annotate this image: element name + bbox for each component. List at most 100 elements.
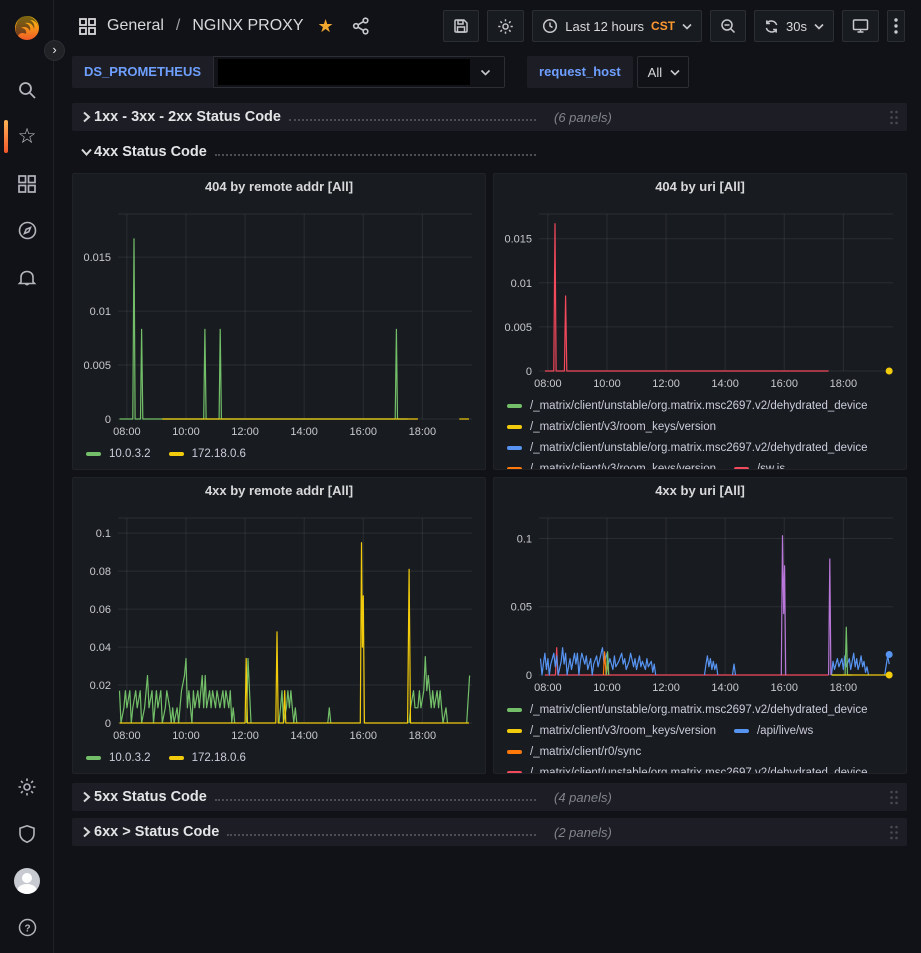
refresh-interval-label: 30s [786, 19, 807, 34]
breadcrumb: General / NGINX PROXY ★ [78, 17, 370, 36]
svg-text:12:00: 12:00 [231, 426, 259, 438]
legend-label: /_matrix/client/r0/sync [530, 746, 641, 758]
legend-item[interactable]: 10.0.3.2 [86, 443, 151, 464]
row-1xx-3xx-2xx[interactable]: 1xx - 3xx - 2xx Status Code (6 panels) [72, 103, 907, 131]
dotted-leader [227, 834, 536, 836]
svg-text:08:00: 08:00 [534, 378, 562, 390]
svg-text:0.1: 0.1 [517, 533, 532, 545]
legend-item[interactable]: /api/live/ws [734, 720, 813, 741]
sidebar-item-configuration[interactable] [0, 763, 54, 810]
panel-title[interactable]: 4xx by remote addr [All] [73, 478, 485, 504]
svg-text:12:00: 12:00 [231, 730, 259, 742]
datasource-variable-label: DS_PROMETHEUS [72, 56, 213, 88]
chevron-right-icon [78, 791, 94, 803]
svg-text:12:00: 12:00 [652, 682, 680, 694]
sidebar-item-alerting[interactable] [0, 254, 54, 301]
breadcrumb-title[interactable]: NGINX PROXY [192, 17, 303, 35]
breadcrumb-section[interactable]: General [107, 17, 164, 35]
request-host-variable-select[interactable]: All [637, 56, 689, 88]
legend-item[interactable]: /_matrix/client/v3/room_keys/version [507, 458, 716, 469]
time-series-chart: 00.050.108:0010:0012:0014:0016:0018:00 [495, 504, 905, 697]
legend-item[interactable]: /_matrix/client/v3/room_keys/version [507, 720, 716, 741]
kebab-menu-icon [894, 18, 898, 34]
row-4xx[interactable]: 4xx Status Code [72, 138, 907, 166]
sidebar-expand-button[interactable]: › [44, 40, 65, 61]
svg-text:12:00: 12:00 [652, 378, 680, 390]
dashboard-header: General / NGINX PROXY ★ [54, 0, 921, 52]
legend-item[interactable]: /sw.js [734, 458, 785, 469]
panel-title[interactable]: 404 by remote addr [All] [73, 174, 485, 200]
row-6xx[interactable]: 6xx > Status Code (2 panels) [72, 818, 907, 846]
chart-legend: /_matrix/client/unstable/org.matrix.msc2… [494, 393, 906, 469]
svg-text:14:00: 14:00 [290, 426, 318, 438]
legend-item[interactable]: /_matrix/client/unstable/org.matrix.msc2… [507, 762, 868, 773]
legend-swatch [507, 771, 522, 774]
kebab-menu-button[interactable] [887, 10, 905, 42]
tv-mode-button[interactable] [842, 10, 879, 42]
gear-icon [497, 18, 514, 35]
legend-label: /_matrix/client/unstable/org.matrix.msc2… [530, 400, 868, 412]
sidebar-item-server-admin[interactable] [0, 810, 54, 857]
save-dashboard-button[interactable] [443, 10, 479, 42]
drag-handle-icon[interactable] [889, 790, 899, 810]
sidebar-item-dashboards[interactable] [0, 160, 54, 207]
save-icon [453, 18, 469, 34]
legend-item[interactable]: /_matrix/client/r0/sync [507, 741, 641, 762]
legend-label: /_matrix/client/unstable/org.matrix.msc2… [530, 442, 868, 454]
svg-text:18:00: 18:00 [409, 426, 437, 438]
svg-text:0.05: 0.05 [511, 602, 532, 614]
datasource-variable-select[interactable] [213, 56, 505, 88]
svg-text:0.005: 0.005 [504, 322, 532, 334]
sidebar-item-search[interactable] [0, 66, 54, 113]
legend-item[interactable]: /_matrix/client/unstable/org.matrix.msc2… [507, 437, 868, 458]
gear-icon [17, 777, 37, 797]
legend-label: /_matrix/client/v3/room_keys/version [530, 421, 716, 433]
zoom-out-button[interactable] [710, 10, 746, 42]
drag-handle-icon[interactable] [889, 110, 899, 130]
dashboard-settings-button[interactable] [487, 10, 524, 42]
row-5xx[interactable]: 5xx Status Code (4 panels) [72, 783, 907, 811]
sidebar-item-profile[interactable] [0, 857, 54, 904]
sidebar-item-explore[interactable] [0, 207, 54, 254]
legend-swatch [507, 708, 522, 712]
time-range-picker[interactable]: Last 12 hours CST [532, 10, 702, 42]
share-button[interactable] [352, 17, 370, 35]
favorite-star-icon[interactable]: ★ [318, 17, 334, 35]
svg-text:?: ? [24, 924, 30, 935]
panel-title[interactable]: 4xx by uri [All] [494, 478, 906, 504]
row-title: 5xx Status Code [94, 789, 207, 805]
grafana-logo-icon[interactable] [10, 10, 44, 44]
legend-item[interactable]: /_matrix/client/unstable/org.matrix.msc2… [507, 395, 868, 416]
refresh-picker[interactable]: 30s [754, 10, 834, 42]
legend-item[interactable]: 172.18.0.6 [169, 747, 246, 768]
legend-item[interactable]: 10.0.3.2 [86, 747, 151, 768]
svg-text:16:00: 16:00 [770, 378, 798, 390]
dashboard-body: 1xx - 3xx - 2xx Status Code (6 panels) 4… [54, 100, 921, 846]
legend-item[interactable]: /_matrix/client/unstable/org.matrix.msc2… [507, 699, 868, 720]
sidebar-item-help[interactable]: ? [0, 904, 54, 951]
zoom-out-icon [720, 18, 736, 34]
bell-icon [17, 268, 37, 288]
svg-text:0.01: 0.01 [511, 278, 532, 290]
legend-swatch [86, 756, 101, 760]
svg-text:0.01: 0.01 [90, 306, 111, 318]
svg-text:10:00: 10:00 [172, 730, 200, 742]
chevron-down-icon [480, 69, 491, 76]
legend-swatch [169, 756, 184, 760]
chevron-right-icon [78, 826, 94, 838]
svg-text:10:00: 10:00 [593, 682, 621, 694]
svg-text:14:00: 14:00 [290, 730, 318, 742]
legend-item[interactable]: /_matrix/client/v3/room_keys/version [507, 416, 716, 437]
drag-handle-icon[interactable] [889, 825, 899, 845]
panel-title[interactable]: 404 by uri [All] [494, 174, 906, 200]
sidebar-item-starred[interactable]: ☆ [0, 113, 54, 160]
chevron-down-icon [682, 23, 692, 30]
svg-text:0.1: 0.1 [96, 528, 111, 540]
svg-text:16:00: 16:00 [349, 730, 377, 742]
legend-item[interactable]: 172.18.0.6 [169, 443, 246, 464]
chevron-right-icon [78, 111, 94, 123]
panel-4xx-by-remote-addr: 4xx by remote addr [All] 00.020.040.060.… [72, 477, 486, 774]
row-title: 4xx Status Code [94, 144, 207, 160]
legend-swatch [507, 404, 522, 408]
shield-icon [17, 824, 37, 844]
